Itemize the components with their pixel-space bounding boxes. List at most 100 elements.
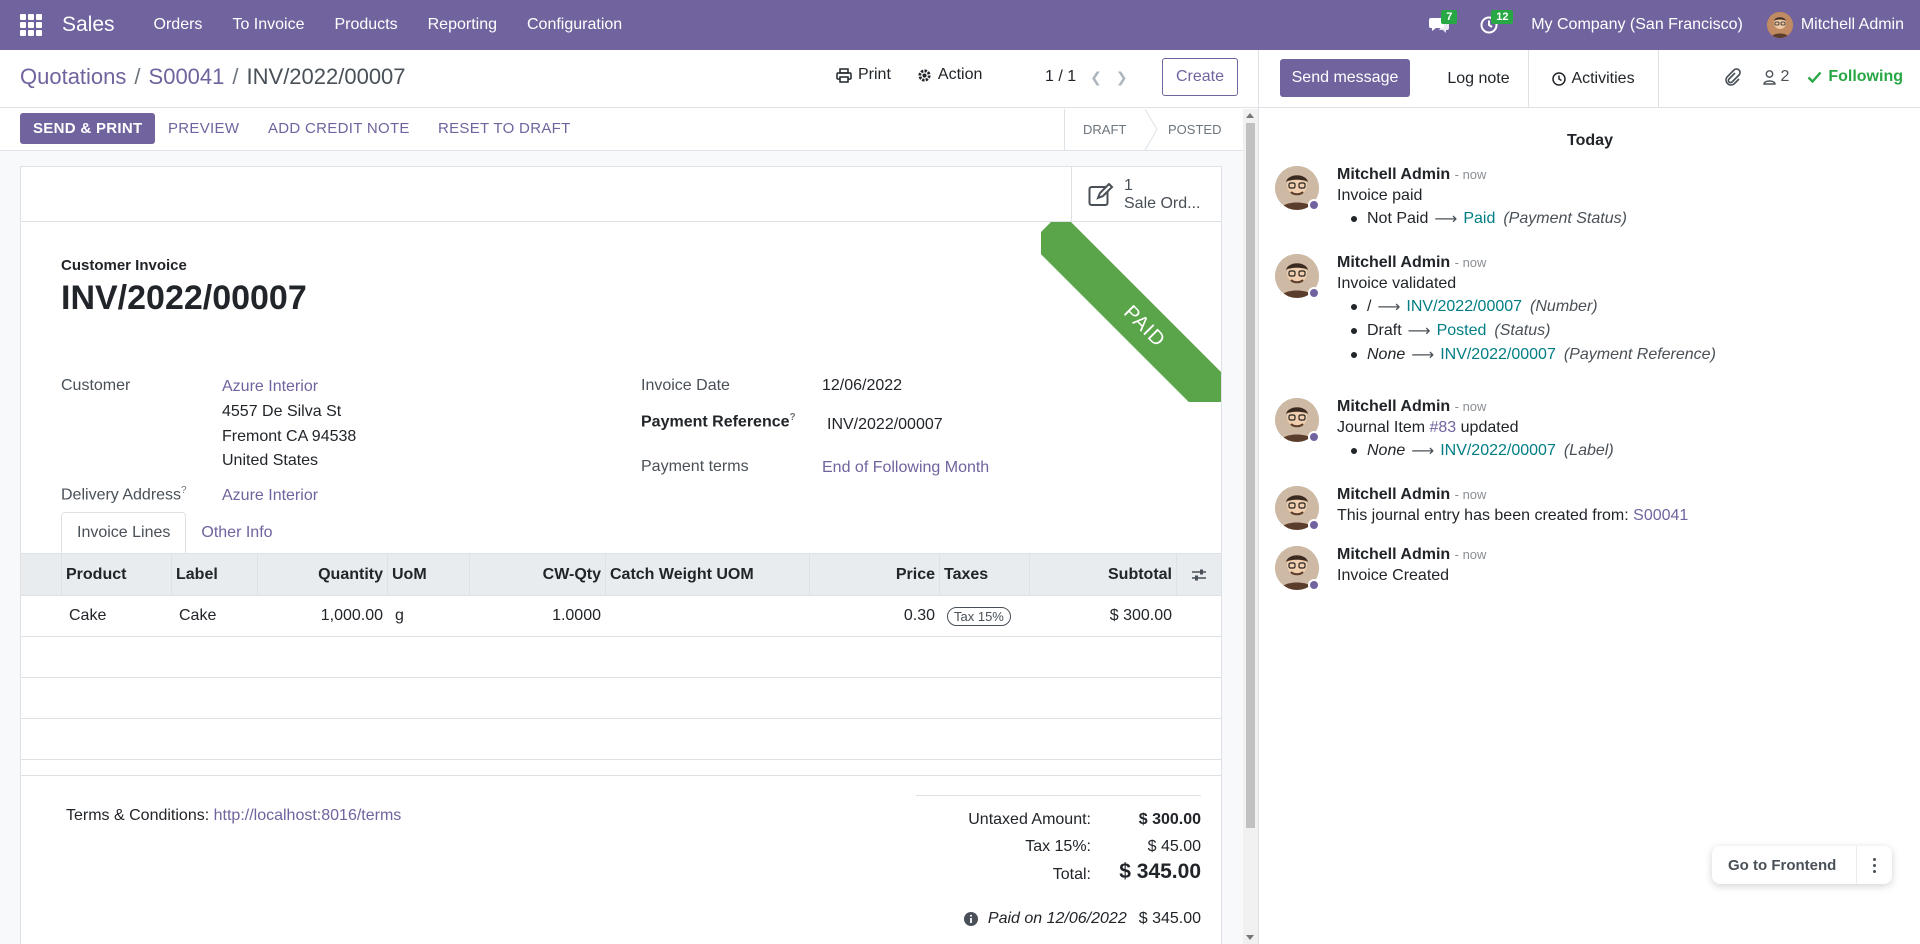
followers-button[interactable]: 2 — [1763, 68, 1789, 86]
message-author[interactable]: Mitchell Admin — [1337, 166, 1450, 183]
col-subtotal[interactable]: Subtotal — [1029, 554, 1176, 596]
menu-reporting[interactable]: Reporting — [413, 0, 512, 50]
paperclip-icon[interactable] — [1723, 68, 1742, 86]
activities-menu[interactable]: 12 — [1467, 0, 1514, 50]
col-quantity[interactable]: Quantity — [257, 554, 387, 596]
user-icon — [1763, 69, 1777, 85]
col-taxes[interactable]: Taxes — [939, 554, 1029, 596]
menu-products[interactable]: Products — [319, 0, 412, 50]
menu-to-invoice[interactable]: To Invoice — [217, 0, 319, 50]
tracking-change: None ⟶ INV/2022/00007 (Label) — [1351, 441, 1897, 461]
paid-ribbon-label: PAID — [1041, 222, 1221, 402]
invoice-number: INV/2022/00007 — [61, 279, 307, 317]
col-uom[interactable]: UoM — [387, 554, 469, 596]
control-panel: Quotations / S00041/INV/2022/00007 Print A… — [0, 50, 1258, 108]
col-price[interactable]: Price — [809, 554, 939, 596]
app-brand[interactable]: Sales — [62, 13, 115, 37]
message-author[interactable]: Mitchell Admin — [1337, 254, 1450, 271]
col-product[interactable]: Product — [61, 554, 171, 596]
reset-to-draft-button[interactable]: RESET TO DRAFT — [438, 113, 571, 144]
log-note-button[interactable]: Log note — [1429, 50, 1529, 108]
edit-icon — [1088, 182, 1114, 206]
pager-previous-icon[interactable]: ❮ — [1090, 69, 1102, 86]
message-text: Invoice paid — [1337, 187, 1423, 204]
print-button[interactable]: Print — [836, 66, 891, 84]
sale-order-link[interactable]: S00041 — [1633, 507, 1688, 524]
menu-orders[interactable]: Orders — [139, 0, 218, 50]
cell-catch-weight-uom — [609, 596, 809, 636]
table-row-empty — [21, 637, 1221, 678]
untaxed-amount-value: $ 300.00 — [1138, 811, 1201, 828]
cell-taxes: Tax 15% — [943, 596, 1029, 636]
menu-configuration[interactable]: Configuration — [512, 0, 637, 50]
cell-label: Cake — [179, 607, 217, 624]
apps-icon[interactable] — [20, 14, 42, 36]
action-button[interactable]: Action — [917, 66, 982, 84]
pager-value[interactable]: 1 / 1 — [1045, 68, 1076, 86]
message-text: Journal Item #83 updated — [1337, 419, 1519, 436]
col-label[interactable]: Label — [171, 554, 257, 596]
paid-ribbon: PAID — [1041, 222, 1221, 402]
message-text: Invoice Created — [1337, 567, 1450, 584]
col-catch-weight-uom[interactable]: Catch Weight UOM — [605, 554, 809, 596]
go-to-frontend-widget: Go to Frontend — [1712, 846, 1892, 884]
breadcrumb-sale-order[interactable]: S00041 — [149, 64, 225, 89]
info-icon[interactable] — [963, 912, 978, 926]
message-text: Invoice validated — [1337, 275, 1457, 292]
tab-invoice-lines[interactable]: Invoice Lines — [61, 512, 187, 554]
add-credit-note-button[interactable]: ADD CREDIT NOTE — [268, 113, 410, 144]
activities-button[interactable]: Activities — [1529, 50, 1659, 108]
chatter-topbar: Send message Log note Activities 2 Follo… — [1259, 50, 1920, 108]
message-author[interactable]: Mitchell Admin — [1337, 398, 1450, 415]
delivery-address-link[interactable]: Azure Interior — [222, 487, 318, 505]
messaging-menu[interactable]: 7 — [1417, 0, 1461, 50]
sliders-icon — [1192, 569, 1206, 581]
message-time: - now — [1454, 399, 1487, 414]
terms-link[interactable]: http://localhost:8016/terms — [214, 807, 402, 824]
stage-draft[interactable]: DRAFT — [1083, 109, 1126, 150]
payment-line: Paid on 12/06/2022 $ 345.00 — [936, 910, 1201, 928]
print-label: Print — [858, 66, 891, 83]
journal-item-link[interactable]: #83 — [1430, 419, 1457, 436]
customer-address-country: United States — [222, 452, 319, 469]
preview-button[interactable]: PREVIEW — [168, 113, 239, 144]
send-and-print-button[interactable]: SEND & PRINT — [20, 113, 156, 144]
activities-count-badge: 12 — [1491, 10, 1514, 24]
terms-and-conditions: Terms & Conditions: http://localhost:801… — [66, 807, 401, 825]
document-type: Customer Invoice — [61, 257, 187, 274]
table-header: Product Label Quantity UoM CW-Qty Catch … — [21, 553, 1221, 596]
optional-columns-toggle[interactable] — [1176, 554, 1221, 596]
pager: 1 / 1 ❮ ❯ — [1045, 68, 1128, 86]
sale-orders-smart-button[interactable]: 1 Sale Ord... — [1071, 167, 1221, 222]
tax-badge: Tax 15% — [947, 606, 1011, 626]
message-time: - now — [1454, 255, 1487, 270]
go-to-frontend-button[interactable]: Go to Frontend — [1728, 857, 1836, 874]
send-message-button[interactable]: Send message — [1280, 59, 1410, 97]
message-author[interactable]: Mitchell Admin — [1337, 486, 1450, 503]
payment-terms-link[interactable]: End of Following Month — [822, 459, 989, 477]
col-cw-qty[interactable]: CW-Qty — [469, 554, 605, 596]
messages-count-badge: 7 — [1441, 10, 1458, 24]
payment-reference-label: Payment Reference? — [641, 412, 796, 431]
smart-button-label: Sale Ord... — [1124, 194, 1201, 212]
stage-posted[interactable]: POSTED — [1168, 109, 1221, 150]
message-time: - now — [1454, 167, 1487, 182]
customer-address-street: 4557 De Silva St — [222, 403, 342, 420]
table-row[interactable]: Cake Cake 1,000.00 g 1.0000 0.30 Tax 15%… — [21, 596, 1221, 637]
create-button[interactable]: Create — [1162, 58, 1238, 96]
more-options-icon[interactable] — [1856, 846, 1892, 884]
customer-link[interactable]: Azure Interior — [222, 378, 318, 396]
company-switcher[interactable]: My Company (San Francisco) — [1531, 16, 1743, 34]
user-menu[interactable]: Mitchell Admin — [1766, 12, 1904, 38]
invoice-date-value: 12/06/2022 — [822, 377, 903, 394]
invoice-date-label: Invoice Date — [641, 377, 730, 394]
tab-other-info[interactable]: Other Info — [186, 512, 287, 554]
pager-next-icon[interactable]: ❯ — [1116, 69, 1128, 86]
message-author[interactable]: Mitchell Admin — [1337, 546, 1450, 563]
table-row-empty — [21, 678, 1221, 719]
breadcrumb-quotations[interactable]: Quotations — [20, 64, 126, 89]
following-button[interactable]: Following — [1807, 68, 1903, 86]
presence-indicator — [1308, 431, 1320, 443]
form-scrollbar[interactable] — [1243, 109, 1258, 944]
activities-label: Activities — [1571, 70, 1635, 87]
